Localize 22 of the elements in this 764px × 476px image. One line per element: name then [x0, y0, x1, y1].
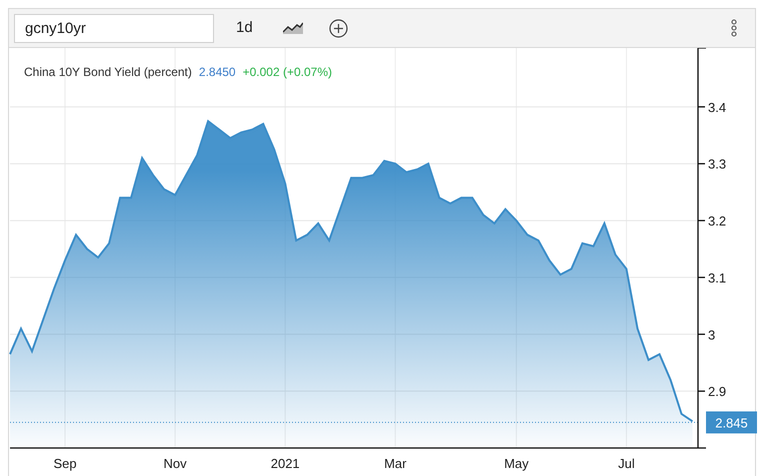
y-tick-label: 3.3 — [708, 156, 726, 172]
y-tick-label: 3.1 — [708, 270, 726, 286]
x-tick-label: Jul — [618, 456, 635, 471]
x-tick-label: Nov — [164, 456, 187, 471]
x-tick-label: 2021 — [270, 456, 300, 471]
x-tick-label: May — [504, 456, 529, 471]
chart-type-icon[interactable] — [282, 22, 303, 34]
add-icon[interactable] — [328, 18, 348, 38]
more-icon[interactable] — [731, 19, 737, 37]
price-change: +0.002 (+0.07%) — [242, 64, 332, 81]
series-name: China 10Y Bond Yield (percent) — [24, 64, 192, 81]
current-value: 2.845 — [715, 415, 748, 430]
x-tick-label: Mar — [384, 456, 406, 471]
symbol-field[interactable]: gcny10yr — [14, 14, 214, 42]
x-tick-label: Sep — [53, 456, 77, 471]
y-tick-label: 3.2 — [708, 214, 726, 229]
price-value: 2.8450 — [198, 64, 236, 81]
interval-button[interactable]: 1d — [236, 16, 253, 40]
y-tick-label: 3.4 — [708, 100, 726, 115]
y-tick-label: 3 — [708, 327, 716, 342]
current-value-tag — [706, 411, 757, 434]
y-tick-label: 2.9 — [708, 384, 726, 400]
